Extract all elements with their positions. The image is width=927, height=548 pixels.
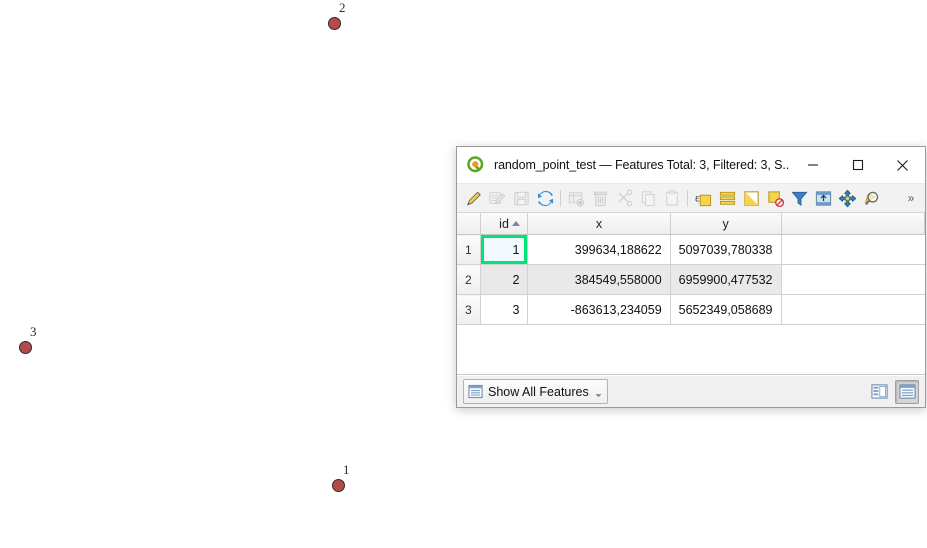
point-label: 3 bbox=[30, 324, 37, 339]
cut-features-button[interactable] bbox=[612, 186, 636, 210]
cell-y[interactable]: 6959900,477532 bbox=[670, 264, 782, 295]
deselect-all-icon bbox=[767, 190, 784, 207]
select-all-button[interactable] bbox=[715, 186, 739, 210]
table-corner-header[interactable] bbox=[457, 213, 481, 235]
qgis-logo-icon bbox=[467, 156, 484, 173]
cell-id[interactable]: 2 bbox=[480, 264, 529, 295]
add-feature-button[interactable] bbox=[564, 186, 588, 210]
toggle-editing-button[interactable] bbox=[461, 186, 485, 210]
pan-to-selection-icon bbox=[838, 189, 856, 207]
column-header-x[interactable]: x bbox=[527, 213, 671, 235]
attribute-table-area[interactable]: id x y 1 1 399634,188622 5097039,780338 … bbox=[457, 213, 925, 375]
cell-filler bbox=[781, 264, 925, 295]
table-header-row: id x y bbox=[457, 213, 925, 235]
cell-id[interactable]: 3 bbox=[480, 294, 529, 325]
toolbar-separator bbox=[687, 189, 688, 207]
zoom-to-selection-icon bbox=[864, 191, 878, 205]
select-all-icon bbox=[719, 191, 735, 205]
reload-table-icon bbox=[537, 190, 553, 206]
point-marker-icon bbox=[328, 17, 341, 30]
sort-ascending-icon bbox=[512, 221, 521, 226]
minimize-button[interactable] bbox=[790, 147, 835, 183]
copy-features-icon bbox=[641, 190, 654, 206]
cut-features-icon bbox=[617, 188, 632, 206]
paste-features-button[interactable] bbox=[660, 186, 684, 210]
table-view-icon bbox=[898, 384, 916, 399]
cell-y[interactable]: 5652349,058689 bbox=[670, 294, 782, 325]
move-selection-to-top-button[interactable] bbox=[811, 186, 835, 210]
copy-features-button[interactable] bbox=[636, 186, 660, 210]
row-header[interactable]: 3 bbox=[457, 294, 481, 325]
attribute-table-toolbar: ε » bbox=[457, 184, 925, 213]
point-marker-icon bbox=[19, 341, 32, 354]
multi-edit-icon bbox=[488, 191, 505, 204]
attribute-table: id x y 1 1 399634,188622 5097039,780338 … bbox=[457, 213, 925, 325]
deselect-all-button[interactable] bbox=[763, 186, 787, 210]
show-all-features-button[interactable]: Show All Features bbox=[463, 379, 608, 404]
cell-id[interactable]: 1 bbox=[480, 234, 529, 265]
row-header[interactable]: 1 bbox=[457, 234, 481, 265]
cell-filler bbox=[781, 294, 925, 325]
cell-filler bbox=[781, 234, 925, 265]
table-filter-icon bbox=[468, 384, 483, 399]
delete-selected-icon bbox=[593, 191, 607, 206]
move-selection-to-top-icon bbox=[815, 190, 831, 206]
maximize-icon bbox=[852, 159, 863, 171]
delete-selected-button[interactable] bbox=[588, 186, 612, 210]
row-header[interactable]: 2 bbox=[457, 264, 481, 295]
column-header-id-label: id bbox=[499, 216, 509, 231]
column-header-id[interactable]: id bbox=[480, 213, 529, 235]
filter-selection-icon bbox=[790, 191, 808, 206]
column-header-y[interactable]: y bbox=[670, 213, 782, 235]
minimize-icon bbox=[807, 164, 818, 166]
multi-edit-button[interactable] bbox=[485, 186, 509, 210]
column-header-y-label: y bbox=[722, 216, 729, 231]
cell-x[interactable]: 399634,188622 bbox=[527, 234, 671, 265]
select-by-expression-icon: ε bbox=[694, 192, 711, 206]
column-header-filler bbox=[781, 213, 925, 235]
invert-selection-icon bbox=[743, 190, 759, 206]
select-by-expression-button[interactable]: ε bbox=[691, 186, 715, 210]
pan-to-selection-button[interactable] bbox=[835, 186, 859, 210]
point-label: 2 bbox=[339, 0, 346, 15]
cell-y[interactable]: 5097039,780338 bbox=[670, 234, 782, 265]
point-marker-icon bbox=[332, 479, 345, 492]
window-title-bar[interactable]: random_point_test — Features Total: 3, F… bbox=[457, 147, 925, 184]
table-row[interactable]: 2 2 384549,558000 6959900,477532 bbox=[457, 264, 925, 295]
toggle-editing-icon bbox=[466, 191, 481, 205]
save-edits-button[interactable] bbox=[509, 186, 533, 210]
show-all-features-label: Show All Features bbox=[488, 384, 589, 399]
toolbar-overflow-button[interactable]: » bbox=[902, 191, 920, 205]
invert-selection-button[interactable] bbox=[739, 186, 763, 210]
add-feature-icon bbox=[568, 191, 584, 207]
table-row[interactable]: 1 1 399634,188622 5097039,780338 bbox=[457, 234, 925, 265]
attribute-table-window: random_point_test — Features Total: 3, F… bbox=[456, 146, 926, 408]
filter-selection-button[interactable] bbox=[787, 186, 811, 210]
column-header-x-label: x bbox=[595, 216, 603, 231]
form-view-button[interactable] bbox=[867, 380, 891, 404]
svg-text:ε: ε bbox=[694, 192, 699, 204]
point-label: 1 bbox=[343, 462, 350, 477]
attribute-table-status-bar: Show All Features bbox=[457, 375, 925, 407]
paste-features-icon bbox=[665, 189, 678, 206]
close-icon bbox=[897, 159, 908, 171]
toolbar-separator bbox=[560, 189, 561, 207]
cell-x[interactable]: -863613,234059 bbox=[527, 294, 671, 325]
save-edits-icon bbox=[513, 191, 529, 205]
close-button[interactable] bbox=[880, 147, 925, 183]
table-view-button[interactable] bbox=[895, 379, 919, 404]
maximize-button[interactable] bbox=[835, 147, 880, 183]
zoom-to-selection-button[interactable] bbox=[859, 186, 883, 210]
window-title: random_point_test — Features Total: 3, F… bbox=[494, 158, 790, 172]
cell-x[interactable]: 384549,558000 bbox=[527, 264, 671, 295]
chevron-down-icon[interactable] bbox=[594, 391, 603, 400]
table-row[interactable]: 3 3 -863613,234059 5652349,058689 bbox=[457, 294, 925, 325]
form-view-icon bbox=[870, 384, 888, 399]
reload-table-button[interactable] bbox=[533, 186, 557, 210]
